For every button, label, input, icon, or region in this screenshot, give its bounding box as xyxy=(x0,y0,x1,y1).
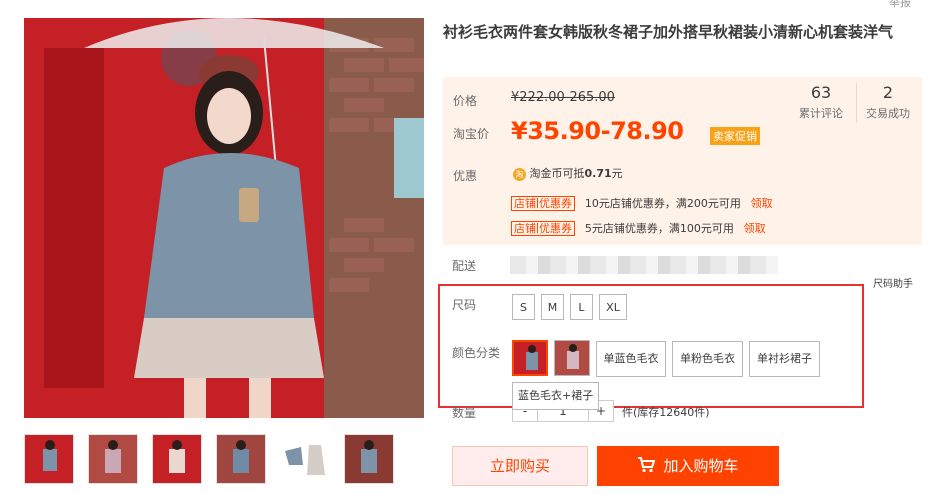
taobao-coin-icon: 淘 xyxy=(513,168,526,181)
coupon-badge-type: 优惠券 xyxy=(539,222,572,235)
thumbnail-5[interactable] xyxy=(280,434,330,484)
coin-amount: 0.71 xyxy=(584,167,612,180)
product-photo xyxy=(24,18,424,418)
size-option-l[interactable]: L xyxy=(570,294,593,320)
size-option-s[interactable]: S xyxy=(512,294,535,320)
color-option-pink-sweater[interactable]: 单粉色毛衣 xyxy=(672,341,743,377)
delivery-label: 配送 xyxy=(452,259,477,273)
color-tooltip: 蓝色毛衣+裙子 xyxy=(512,382,600,410)
coupon-row-1: 店铺 优惠券 10元店铺优惠券，满200元可用 领取 xyxy=(511,195,773,211)
thumbnail-4[interactable] xyxy=(216,434,266,484)
promo-price-label: 淘宝价 xyxy=(453,127,490,141)
color-label: 颜色分类 xyxy=(452,346,501,360)
coin-text-pre: 淘金币可抵 xyxy=(529,167,585,180)
color-swatch-blue-sweater-skirt[interactable] xyxy=(512,340,548,376)
main-product-image xyxy=(24,18,424,418)
add-to-cart-label: 加入购物车 xyxy=(663,457,739,475)
coin-text-post: 元 xyxy=(611,167,623,180)
color-swatch-pink-sweater-skirt[interactable] xyxy=(554,340,590,376)
shop-coupon-badge: 店铺 优惠券 xyxy=(511,196,575,211)
coupon-text: 10元店铺优惠券，满200元可用 xyxy=(584,197,741,210)
coupon-text: 5元店铺优惠券，满100元可用 xyxy=(584,222,734,235)
thumbnail-2[interactable] xyxy=(88,434,138,484)
review-count[interactable]: 63 xyxy=(791,83,851,102)
buy-now-button[interactable]: 立即购买 xyxy=(452,446,588,486)
thumbnail-strip xyxy=(24,434,424,486)
color-option-shirt-skirt[interactable]: 单衬衫裙子 xyxy=(749,341,820,377)
stock-info: 件(库存12640件) xyxy=(622,406,710,419)
coupon-row-2: 店铺 优惠券 5元店铺优惠券，满100元可用 领取 xyxy=(511,220,766,236)
sales-count-label[interactable]: 交易成功 xyxy=(857,105,919,121)
sales-count[interactable]: 2 xyxy=(857,83,919,102)
price-panel: 价格 ¥222.00-265.00 淘宝价 ¥35.90-78.90 卖家促销 … xyxy=(443,77,922,245)
claim-coupon-link[interactable]: 领取 xyxy=(744,222,766,235)
promo-price: ¥35.90-78.90 xyxy=(511,117,684,145)
delivery-info-blurred xyxy=(510,256,778,274)
size-option-m[interactable]: M xyxy=(541,294,564,320)
coupon-badge-type: 优惠券 xyxy=(539,197,572,210)
thumbnail-1[interactable] xyxy=(24,434,74,484)
coupon-badge-shop: 店铺 xyxy=(514,197,536,210)
size-option-xl[interactable]: XL xyxy=(599,294,627,320)
cart-icon xyxy=(638,457,656,473)
thumbnail-6[interactable] xyxy=(344,434,394,484)
color-option-blue-sweater[interactable]: 单蓝色毛衣 xyxy=(596,341,666,377)
original-price: ¥222.00-265.00 xyxy=(511,90,615,105)
report-link[interactable]: 举报 xyxy=(889,0,911,10)
price-label: 价格 xyxy=(453,94,478,108)
taobao-coin-offer: 淘 淘金币可抵0.71元 xyxy=(513,165,623,181)
product-title: 衬衫毛衣两件套女韩版秋冬裙子加外搭早秋裙装小清新心机套装洋气 xyxy=(443,23,894,41)
seller-promo-tag: 卖家促销 xyxy=(710,127,760,145)
coupon-badge-shop: 店铺 xyxy=(514,222,536,235)
size-label: 尺码 xyxy=(452,298,477,312)
add-to-cart-button[interactable]: 加入购物车 xyxy=(597,446,779,486)
quantity-label: 数量 xyxy=(452,406,477,420)
shop-coupon-badge: 店铺 优惠券 xyxy=(511,221,575,236)
thumbnail-3[interactable] xyxy=(152,434,202,484)
size-helper-link[interactable]: 尺码助手 xyxy=(873,275,913,290)
offers-label: 优惠 xyxy=(453,169,478,183)
claim-coupon-link[interactable]: 领取 xyxy=(751,197,773,210)
review-count-label[interactable]: 累计评论 xyxy=(791,105,851,121)
